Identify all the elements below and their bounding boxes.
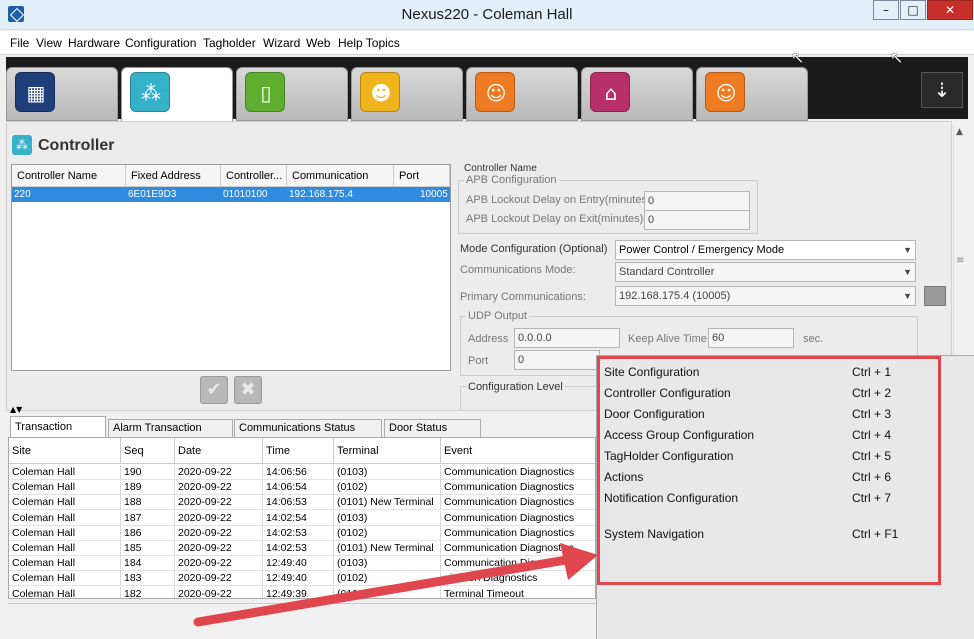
mouse-cursor-icon: ↖	[791, 48, 805, 67]
mouse-cursor-icon: ↖	[890, 48, 904, 67]
annotation-arrow-icon	[193, 543, 598, 627]
